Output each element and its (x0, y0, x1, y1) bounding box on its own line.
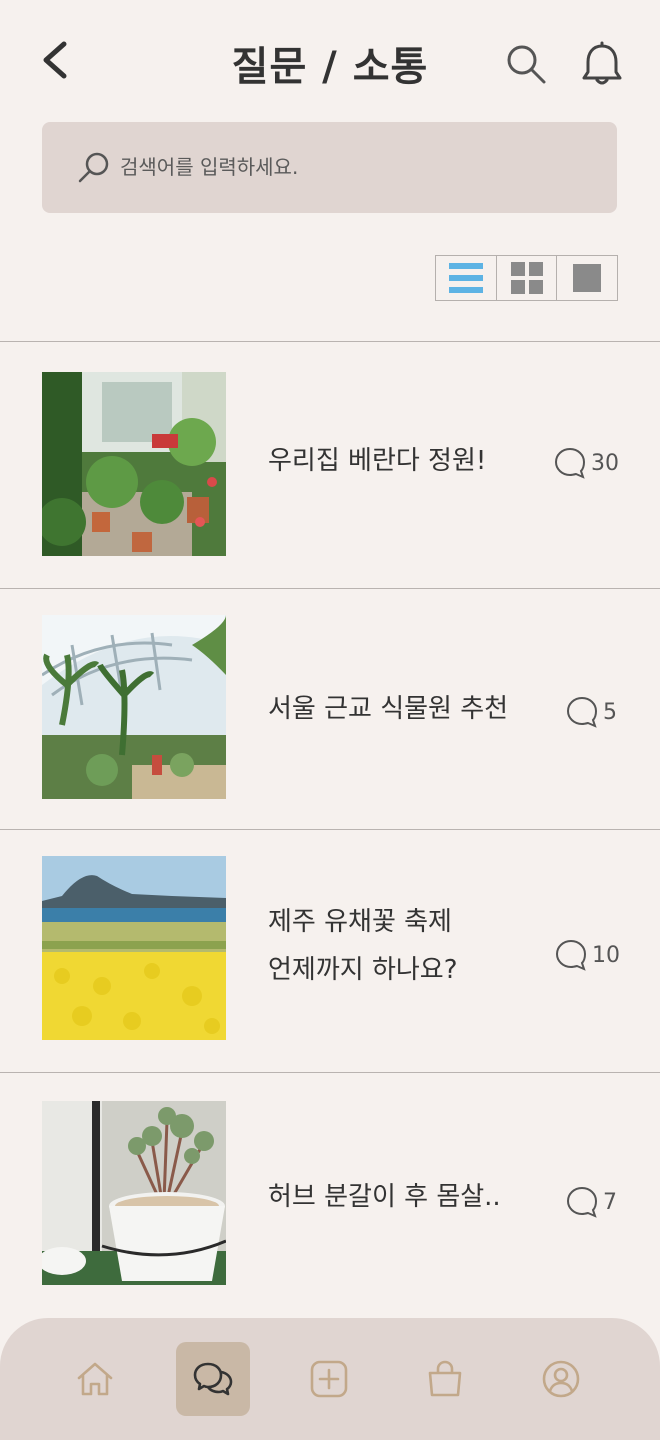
search-icon (78, 152, 109, 183)
grid-view-icon (510, 262, 543, 294)
post-row[interactable]: 허브 분갈이 후 몸살.. 7 (0, 1072, 660, 1332)
grid-view-button[interactable] (497, 256, 558, 300)
nav-chat[interactable] (176, 1342, 250, 1416)
bell-icon (582, 41, 622, 85)
app-header: 질문 / 소통 (0, 0, 660, 120)
post-thumbnail-balcony-garden (42, 372, 226, 556)
post-row[interactable]: 제주 유채꽃 축제 언제까지 하나요? 10 (0, 829, 660, 1072)
post-list: 우리집 베란다 정원! 30 서울 근교 식물원 추천 5 제주 유채꽃 축제 … (0, 341, 660, 1332)
comment-count: 7 (565, 1185, 617, 1219)
list-view-icon (448, 263, 483, 293)
chat-icon (193, 1362, 233, 1396)
single-view-button[interactable] (557, 256, 617, 300)
bottom-navigation (0, 1318, 660, 1440)
post-title-line: 서울 근교 식물원 추천 (268, 694, 509, 724)
comment-count: 10 (554, 938, 620, 972)
shopping-bag-icon (428, 1360, 462, 1397)
post-row[interactable]: 서울 근교 식물원 추천 5 (0, 588, 660, 829)
nav-profile[interactable] (524, 1342, 598, 1416)
notification-button[interactable] (578, 40, 626, 88)
list-view-button[interactable] (436, 256, 497, 300)
post-title: 서울 근교 식물원 추천 (268, 685, 508, 733)
search-icon (507, 45, 546, 84)
post-title: 우리집 베란다 정원! (268, 437, 486, 485)
comment-bubble-icon (566, 696, 598, 728)
view-mode-toggle (435, 255, 618, 301)
post-title: 허브 분갈이 후 몸살.. (268, 1173, 501, 1221)
post-row[interactable]: 우리집 베란다 정원! 30 (0, 341, 660, 588)
comment-count-value: 30 (591, 450, 619, 476)
comment-count: 5 (565, 695, 617, 729)
post-title-line: 허브 분갈이 후 몸살.. (268, 1182, 501, 1212)
post-thumbnail-canola-field (42, 856, 226, 1040)
profile-icon (542, 1360, 580, 1398)
post-title-line: 제주 유채꽃 축제 (268, 907, 452, 937)
post-title: 제주 유채꽃 축제 언제까지 하나요? (268, 898, 458, 994)
nav-add[interactable] (292, 1342, 366, 1416)
page-title: 질문 / 소통 (231, 44, 429, 90)
nav-shop[interactable] (408, 1342, 482, 1416)
post-title-line: 우리집 베란다 정원! (268, 446, 487, 476)
comment-count-value: 7 (603, 1189, 617, 1215)
post-thumbnail-botanical-garden (42, 615, 226, 799)
post-thumbnail-potted-herb (42, 1101, 226, 1285)
comment-count-value: 10 (592, 942, 620, 968)
search-input[interactable] (120, 147, 590, 187)
nav-home[interactable] (58, 1342, 132, 1416)
post-title-line: 언제까지 하나요? (268, 955, 458, 985)
comment-count-value: 5 (603, 699, 617, 725)
comment-bubble-icon (554, 447, 586, 479)
search-bar (42, 122, 617, 213)
single-view-icon (573, 264, 602, 292)
comment-bubble-icon (566, 1186, 598, 1218)
home-icon (77, 1362, 113, 1396)
add-icon (310, 1360, 348, 1398)
comment-count: 30 (553, 446, 619, 480)
comment-bubble-icon (555, 939, 587, 971)
header-search-button[interactable] (504, 42, 548, 86)
